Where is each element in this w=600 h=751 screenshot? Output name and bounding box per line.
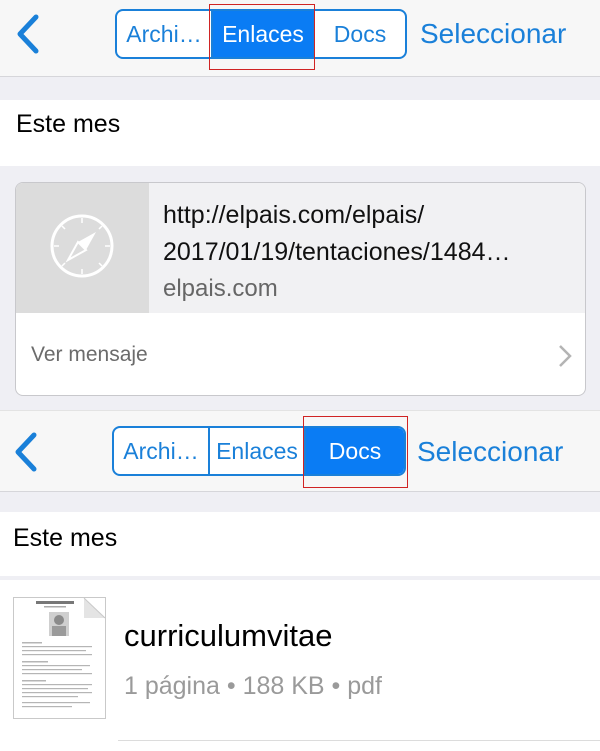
chevron-left-icon	[17, 14, 39, 54]
media-segmented-control: Archi… Enlaces Docs	[112, 426, 406, 476]
media-segmented-control: Archi… Enlaces Docs	[115, 9, 407, 59]
compass-icon	[50, 214, 114, 278]
tab-enlaces[interactable]: Enlaces	[213, 11, 315, 57]
view-message-link[interactable]: Ver mensaje	[31, 343, 148, 367]
tab-archivos[interactable]: Archi…	[117, 11, 213, 57]
tab-docs[interactable]: Docs	[315, 11, 405, 57]
section-header: Este mes	[0, 100, 600, 166]
link-card[interactable]: http://elpais.com/elpais/ 2017/01/19/ten…	[15, 182, 586, 396]
divider	[118, 740, 600, 741]
document-preview-icon	[22, 597, 106, 708]
link-domain: elpais.com	[163, 275, 278, 302]
select-button[interactable]: Seleccionar	[417, 436, 563, 468]
document-thumbnail	[13, 597, 106, 719]
top-navbar: Archi… Enlaces Docs Seleccionar	[0, 0, 600, 77]
chevron-left-icon	[15, 432, 37, 472]
tab-enlaces[interactable]: Enlaces	[210, 428, 306, 474]
document-meta: 1 página • 188 KB • pdf	[124, 672, 382, 700]
document-row[interactable]: curriculumvitae 1 página • 188 KB • pdf	[0, 580, 600, 751]
document-name: curriculumvitae	[124, 618, 333, 653]
tab-archivos[interactable]: Archi…	[114, 428, 210, 474]
bottom-navbar: Archi… Enlaces Docs Seleccionar	[0, 410, 600, 492]
select-button[interactable]: Seleccionar	[420, 18, 566, 50]
link-thumbnail	[16, 183, 149, 313]
back-button[interactable]	[12, 12, 48, 56]
tab-docs[interactable]: Docs	[306, 428, 404, 474]
section-header: Este mes	[0, 512, 600, 576]
link-preview: http://elpais.com/elpais/ 2017/01/19/ten…	[16, 183, 585, 313]
link-url-line-2: 2017/01/19/tentaciones/1484…	[163, 238, 511, 266]
link-url-line-1: http://elpais.com/elpais/	[163, 201, 425, 229]
chevron-right-icon	[559, 345, 572, 367]
back-button[interactable]	[10, 430, 46, 474]
